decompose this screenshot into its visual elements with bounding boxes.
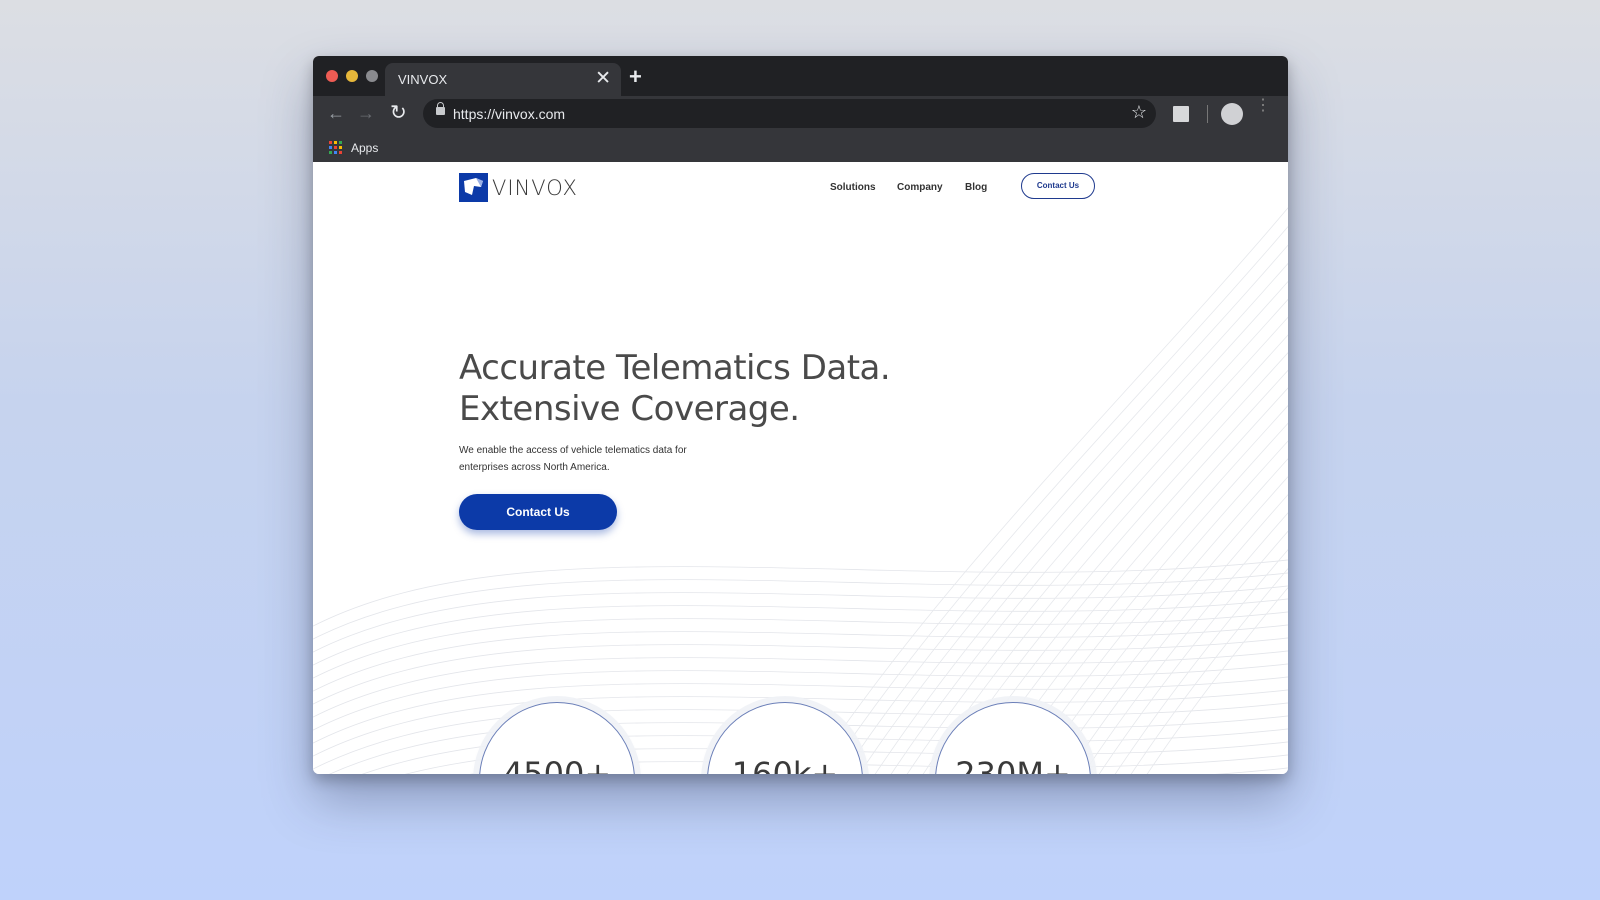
hero-headline: Accurate Telematics Data. Extensive Cove… — [459, 348, 891, 430]
webpage: VINVOX Solutions Company Blog Contact Us… — [313, 162, 1288, 774]
nav-contact-button[interactable]: Contact Us — [1021, 173, 1095, 199]
browser-toolbar: ← → ↻ https://vinvox.com ☆ ⋮ — [313, 96, 1288, 132]
extension-icon[interactable] — [1173, 106, 1189, 122]
address-bar[interactable]: https://vinvox.com ☆ — [423, 99, 1156, 128]
new-tab-button[interactable]: + — [629, 64, 642, 90]
nav-solutions[interactable]: Solutions — [830, 182, 876, 193]
vinvox-logo[interactable]: VINVOX — [459, 173, 578, 202]
apps-grid-icon[interactable] — [329, 141, 342, 154]
hero-subtext: We enable the access of vehicle telemati… — [459, 445, 687, 473]
maximize-window-button[interactable] — [366, 70, 378, 82]
hero-headline-line1: Accurate Telematics Data. — [459, 348, 891, 388]
apps-bookmark[interactable]: Apps — [351, 141, 378, 155]
tab-bar: VINVOX ✕ + — [313, 56, 1288, 96]
back-arrow-icon[interactable]: ← — [327, 103, 345, 124]
forward-arrow-icon[interactable]: → — [357, 103, 375, 124]
tab-close-icon[interactable]: ✕ — [595, 67, 611, 90]
hero-contact-button[interactable]: Contact Us — [459, 494, 617, 530]
logo-mark-icon — [459, 173, 488, 202]
lock-icon — [436, 102, 445, 115]
reload-icon[interactable]: ↻ — [390, 100, 407, 125]
stat-value: 230M+ — [955, 755, 1071, 774]
star-icon[interactable]: ☆ — [1131, 102, 1147, 123]
bookmarks-bar: Apps — [313, 132, 1288, 162]
profile-icon[interactable] — [1221, 103, 1243, 125]
stat-value: 160k+ — [731, 755, 839, 774]
nav-company[interactable]: Company — [897, 182, 943, 193]
tab-title: VINVOX — [398, 72, 448, 87]
tab-vinvox[interactable]: VINVOX ✕ — [385, 63, 621, 96]
toolbar-divider — [1207, 105, 1208, 123]
browser-window: VINVOX ✕ + ← → ↻ https://vinvox.com ☆ ⋮ … — [313, 56, 1288, 774]
nav-blog[interactable]: Blog — [965, 182, 987, 193]
logo-text: VINVOX — [492, 175, 578, 200]
close-window-button[interactable] — [326, 70, 338, 82]
menu-icon[interactable]: ⋮ — [1255, 98, 1271, 114]
stat-value: 4500+ — [502, 755, 612, 774]
hero-headline-line2: Extensive Coverage. — [459, 389, 800, 429]
minimize-window-button[interactable] — [346, 70, 358, 82]
url-text[interactable]: https://vinvox.com — [453, 106, 565, 122]
